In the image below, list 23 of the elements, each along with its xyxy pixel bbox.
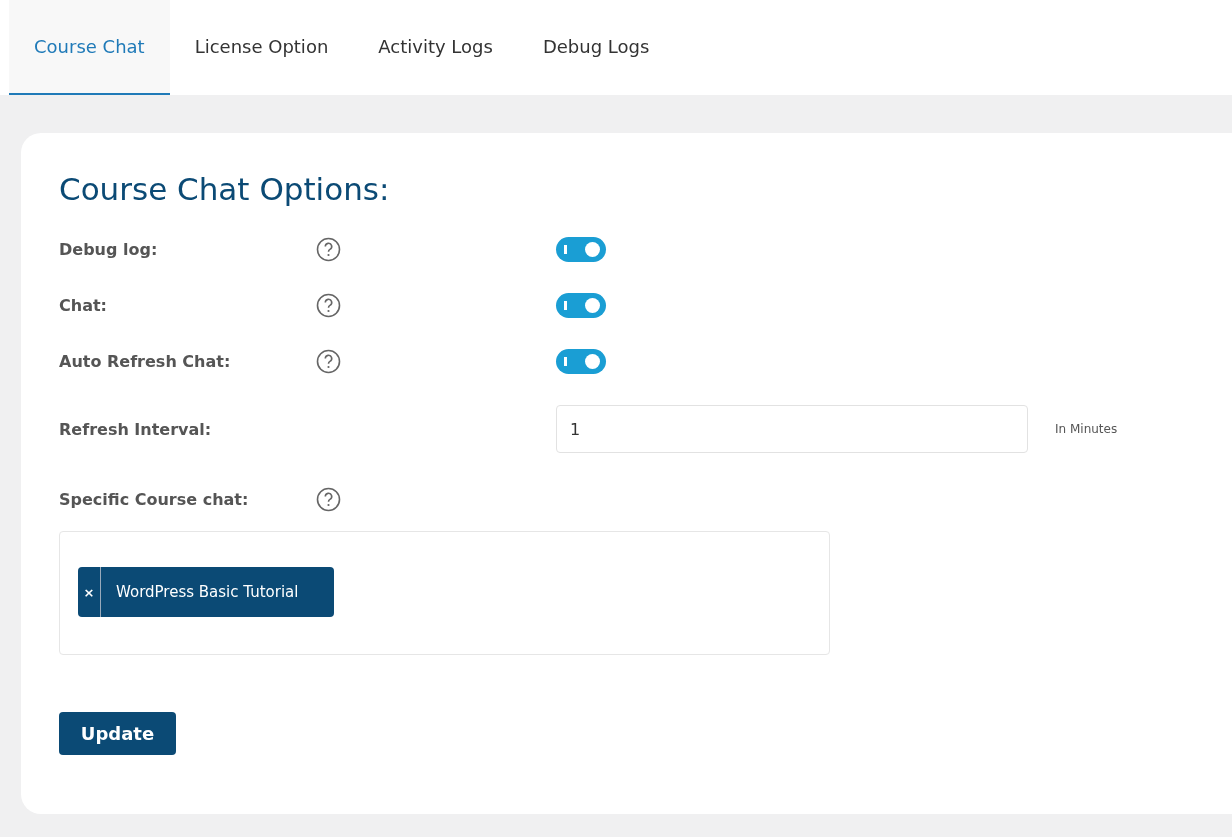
tag-label: WordPress Basic Tutorial [115,583,300,601]
unit-label: In Minutes [1055,422,1118,436]
interval-input[interactable]: 1 [556,405,1028,453]
tab[interactable]: Course Chat [9,0,170,95]
field-label: Auto Refresh Chat: [59,351,232,371]
field-label: Debug log: [59,239,159,259]
toggle-switch[interactable] [556,348,606,374]
tab[interactable]: Debug Logs [517,0,675,95]
help-icon[interactable] [316,486,341,512]
help-icon[interactable] [316,236,341,262]
tab[interactable]: Activity Logs [353,0,518,95]
toggle-switch[interactable] [556,292,606,318]
panel-title: Course Chat Options: [59,171,391,207]
tab[interactable]: License Option [169,0,354,95]
update-button[interactable]: Update [59,712,176,755]
toggle-switch[interactable] [556,236,606,262]
field-label: Chat: [59,295,108,315]
field-label: Specific Course chat: [59,489,250,509]
help-icon[interactable] [316,292,341,318]
help-icon[interactable] [316,348,341,374]
remove-tag-button[interactable]: × [78,567,101,617]
course-select-field[interactable]: × WordPress Basic Tutorial [59,531,830,655]
field-label: Refresh Interval: [59,419,213,439]
